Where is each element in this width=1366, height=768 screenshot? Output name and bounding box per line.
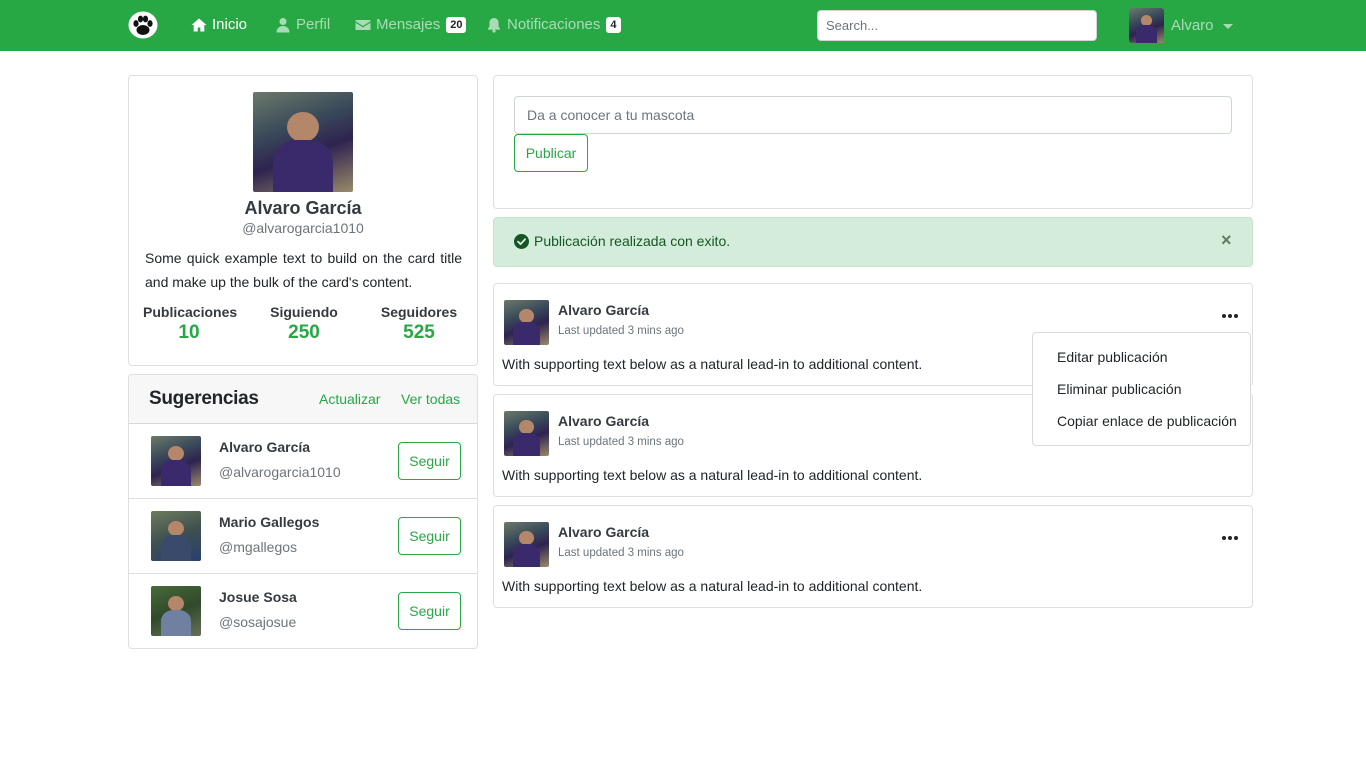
suggestion-name[interactable]: Mario Gallegos bbox=[219, 514, 319, 530]
post-options-menu: Editar publicación Eliminar publicación … bbox=[1032, 332, 1251, 446]
post-avatar[interactable] bbox=[504, 522, 549, 567]
bell-icon bbox=[488, 17, 500, 33]
envelope-icon bbox=[355, 19, 371, 30]
view-all-link[interactable]: Ver todas bbox=[401, 391, 460, 407]
stat-label: Publicaciones bbox=[143, 304, 238, 320]
suggestion-item: Josue Sosa @sosajosue Seguir bbox=[129, 574, 477, 649]
home-icon bbox=[191, 18, 207, 31]
stat-label: Siguiendo bbox=[270, 304, 338, 320]
stat-value: 250 bbox=[288, 322, 320, 343]
suggestions-card: Sugerencias Actualizar Ver todas Alvaro … bbox=[128, 374, 478, 649]
follow-button[interactable]: Seguir bbox=[398, 592, 461, 630]
suggestion-handle: @alvarogarcia1010 bbox=[219, 464, 341, 480]
post-text: With supporting text below as a natural … bbox=[502, 356, 923, 372]
suggestion-name[interactable]: Alvaro García bbox=[219, 439, 310, 455]
check-circle-icon bbox=[514, 234, 529, 249]
nav-perfil-label: Perfil bbox=[296, 16, 331, 33]
menu-item-copy-link[interactable]: Copiar enlace de publicación bbox=[1033, 405, 1250, 437]
nav-inicio-label: Inicio bbox=[212, 16, 248, 33]
search-input[interactable] bbox=[817, 10, 1097, 41]
refresh-link[interactable]: Actualizar bbox=[319, 391, 380, 407]
post-timestamp: Last updated 3 mins ago bbox=[558, 547, 684, 559]
menu-item-edit-post[interactable]: Editar publicación bbox=[1033, 341, 1250, 373]
stat-publicaciones[interactable]: Publicaciones 10 bbox=[143, 304, 238, 344]
profile-card: Alvaro García @alvarogarcia1010 Some qui… bbox=[128, 75, 478, 366]
success-alert: Publicación realizada con exito. × bbox=[493, 217, 1253, 267]
suggestions-title: Sugerencias bbox=[149, 388, 259, 409]
follow-button[interactable]: Seguir bbox=[398, 517, 461, 555]
post-author[interactable]: Alvaro García bbox=[558, 302, 649, 318]
post-author[interactable]: Alvaro García bbox=[558, 524, 649, 540]
post-card: Alvaro García Last updated 3 mins ago Wi… bbox=[493, 505, 1253, 608]
post-avatar[interactable] bbox=[504, 411, 549, 456]
nav-mensajes-label: Mensajes bbox=[376, 16, 441, 33]
suggestion-handle: @sosajosue bbox=[219, 614, 297, 630]
nav-mensajes[interactable]: Mensajes 20 bbox=[355, 16, 467, 33]
suggestion-avatar[interactable] bbox=[151, 586, 201, 636]
messages-badge: 20 bbox=[446, 16, 467, 33]
suggestion-item: Mario Gallegos @mgallegos Seguir bbox=[129, 499, 477, 574]
nav-perfil[interactable]: Perfil bbox=[275, 16, 330, 33]
more-options-icon[interactable] bbox=[1222, 536, 1238, 540]
top-navbar: Inicio Perfil Mensajes 20 Notificaciones… bbox=[0, 0, 1366, 51]
post-timestamp: Last updated 3 mins ago bbox=[558, 325, 684, 337]
paw-icon[interactable] bbox=[128, 11, 158, 39]
stat-label: Seguidores bbox=[380, 304, 458, 320]
more-options-icon[interactable] bbox=[1222, 314, 1238, 318]
menu-item-delete-post[interactable]: Eliminar publicación bbox=[1033, 373, 1250, 405]
profile-handle: @alvarogarcia1010 bbox=[242, 220, 364, 236]
profile-name: Alvaro García bbox=[244, 198, 362, 218]
stat-seguidores[interactable]: Seguidores 525 bbox=[373, 304, 465, 344]
suggestion-avatar[interactable] bbox=[151, 436, 201, 486]
alert-message: Publicación realizada con exito. bbox=[534, 233, 731, 249]
post-text: With supporting text below as a natural … bbox=[502, 467, 923, 483]
stat-siguiendo[interactable]: Siguiendo 250 bbox=[259, 304, 349, 344]
post-timestamp: Last updated 3 mins ago bbox=[558, 436, 684, 448]
user-name: Alvaro bbox=[1171, 17, 1214, 34]
nav-notificaciones-label: Notificaciones bbox=[507, 16, 601, 33]
suggestion-handle: @mgallegos bbox=[219, 539, 298, 555]
stat-value: 10 bbox=[178, 322, 200, 343]
notifications-badge: 4 bbox=[606, 16, 621, 33]
suggestion-item: Alvaro García @alvarogarcia1010 Seguir bbox=[129, 424, 477, 499]
user-menu-toggle[interactable]: Alvaro bbox=[1129, 8, 1233, 43]
post-avatar[interactable] bbox=[504, 300, 549, 345]
suggestion-name[interactable]: Josue Sosa bbox=[219, 589, 297, 605]
user-icon bbox=[276, 17, 290, 32]
suggestion-avatar[interactable] bbox=[151, 511, 201, 561]
nav-inicio[interactable]: Inicio bbox=[191, 16, 247, 33]
nav-notificaciones[interactable]: Notificaciones 4 bbox=[486, 16, 621, 33]
post-text: With supporting text below as a natural … bbox=[502, 578, 923, 594]
chevron-down-icon bbox=[1222, 23, 1233, 29]
publish-button[interactable]: Publicar bbox=[514, 134, 588, 172]
profile-description: Some quick example text to build on the … bbox=[145, 250, 462, 290]
post-input[interactable] bbox=[514, 96, 1232, 134]
post-author[interactable]: Alvaro García bbox=[558, 413, 649, 429]
close-icon[interactable]: × bbox=[1221, 231, 1232, 249]
profile-photo[interactable] bbox=[253, 92, 353, 192]
suggestions-header: Sugerencias Actualizar Ver todas bbox=[129, 375, 477, 424]
stat-value: 525 bbox=[403, 322, 435, 343]
follow-button[interactable]: Seguir bbox=[398, 442, 461, 480]
post-composer: Publicar bbox=[493, 75, 1253, 209]
user-avatar bbox=[1129, 8, 1164, 43]
